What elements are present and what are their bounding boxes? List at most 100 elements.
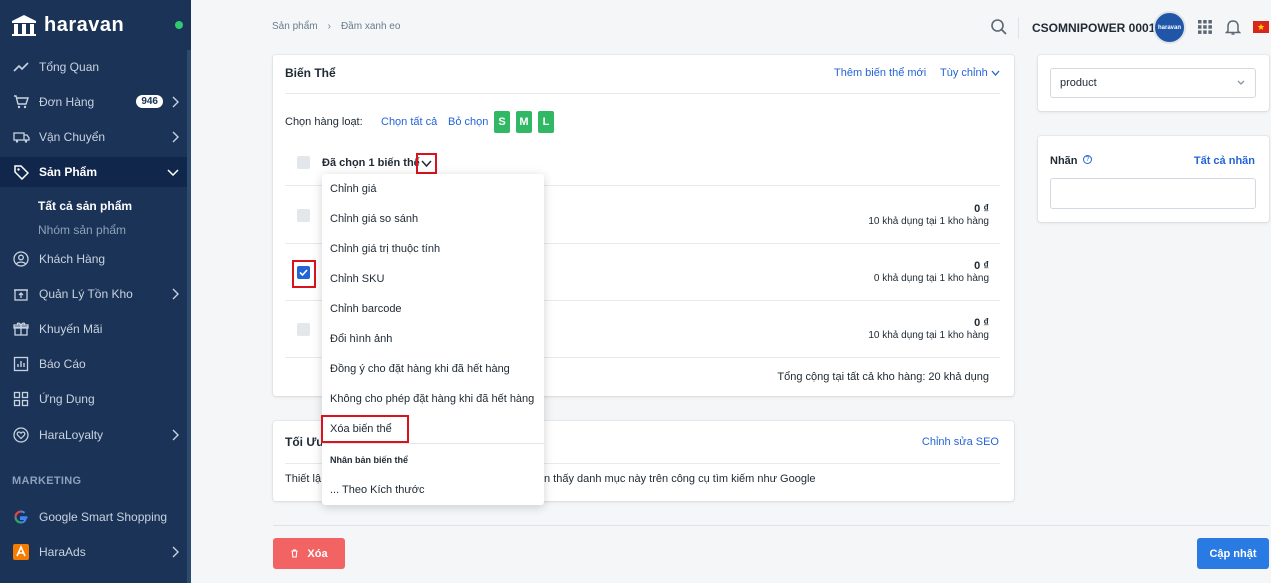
delete-label: Xóa (307, 547, 328, 560)
size-chip-s[interactable]: S (494, 111, 510, 133)
menu-item-deny-backorder[interactable]: Không cho phép đặt hàng khi đã hết hàng (330, 393, 534, 405)
variants-title: Biến Thể (285, 66, 336, 80)
cart-icon (12, 93, 30, 111)
bulk-actions-toggle[interactable] (416, 153, 437, 174)
menu-item-edit-compare-price[interactable]: Chỉnh giá so sánh (330, 213, 418, 225)
bulk-select-label: Chọn hàng loạt: (285, 116, 363, 128)
selected-count-label: Đã chọn 1 biến thể (322, 157, 420, 169)
chevron-right-icon (172, 429, 179, 441)
customize-link[interactable]: Tùy chỉnh (940, 67, 1000, 79)
edit-seo-link[interactable]: Chỉnh sửa SEO (922, 436, 999, 448)
deselect-link[interactable]: Bỏ chọn (448, 116, 488, 128)
size-chip-m[interactable]: M (516, 111, 532, 133)
variant-price: 0 ₫ (974, 203, 989, 215)
avatar[interactable]: haravan (1153, 11, 1186, 44)
menu-item-allow-backorder[interactable]: Đồng ý cho đặt hàng khi đã hết hàng (330, 363, 510, 375)
haravan-logo-icon (12, 15, 36, 36)
orders-count-badge: 946 (136, 95, 163, 108)
google-icon (12, 508, 30, 526)
gift-icon (12, 320, 30, 338)
variant-row-checkbox[interactable] (297, 323, 310, 336)
breadcrumb-products[interactable]: Sản phẩm (272, 21, 318, 32)
chevron-down-icon (421, 160, 432, 167)
sidebar-item-google-smart-shopping[interactable]: Google Smart Shopping (0, 502, 187, 532)
apps-blocks-icon (12, 390, 30, 408)
menu-item-change-image[interactable]: Đổi hình ảnh (330, 333, 392, 345)
sidebar-item-label: HaraAds (39, 545, 86, 559)
vietnam-flag-icon[interactable]: ★ (1253, 21, 1269, 33)
sidebar-item-promotions[interactable]: Khuyến Mãi (0, 314, 187, 344)
divider (285, 93, 1000, 94)
variant-price: 0 ₫ (974, 317, 989, 329)
brand-logo[interactable]: haravan (0, 0, 191, 50)
chevron-right-icon (172, 96, 179, 108)
variant-price: 0 ₫ (974, 260, 989, 272)
product-type-value: product (1060, 77, 1097, 89)
sidebar-item-haraads[interactable]: HaraAds (0, 537, 187, 567)
select-all-link[interactable]: Chọn tất cả (381, 116, 437, 128)
sidebar-item-customers[interactable]: Khách Hàng (0, 244, 187, 274)
sidebar-subitem-all-products[interactable]: Tất cả sản phẩm (38, 199, 132, 213)
search-icon[interactable] (990, 18, 1008, 36)
sidebar-subitem-product-groups[interactable]: Nhóm sản phẩm (38, 223, 126, 237)
sidebar-item-label: Báo Cáo (39, 357, 86, 371)
customize-label: Tùy chỉnh (940, 67, 988, 79)
variant-availability: 10 khả dụng tại 1 kho hàng (868, 216, 989, 227)
brand-name: haravan (44, 13, 125, 36)
menu-item-edit-attribute[interactable]: Chỉnh giá trị thuộc tính (330, 243, 440, 255)
sidebar-item-shipping[interactable]: Vận Chuyển (0, 122, 187, 152)
all-tags-link[interactable]: Tất cả nhãn (1194, 155, 1255, 167)
bell-icon[interactable] (1225, 18, 1241, 36)
help-icon[interactable]: ? (1083, 155, 1092, 164)
variant-availability: 0 khả dụng tại 1 kho hàng (873, 273, 989, 284)
size-chip-l[interactable]: L (538, 111, 554, 133)
tag-icon (12, 163, 30, 181)
variant-availability: 10 khả dụng tại 1 kho hàng (868, 330, 989, 341)
sidebar-item-inventory[interactable]: Quản Lý Tồn Kho (0, 279, 187, 309)
sidebar-item-overview[interactable]: Tổng Quan (0, 52, 187, 82)
heart-circle-icon (12, 426, 30, 444)
store-name[interactable]: CSOMNIPOWER 0001 (1032, 21, 1155, 35)
header-divider (1018, 17, 1019, 39)
sidebar-scrollbar[interactable] (187, 50, 191, 583)
breadcrumb-current: Đầm xanh eo (340, 21, 401, 32)
add-variant-link[interactable]: Thêm biến thể mới (834, 67, 926, 79)
truck-icon (12, 128, 30, 146)
sidebar-item-products[interactable]: Sản Phẩm (0, 157, 187, 187)
trash-icon (291, 549, 298, 558)
sidebar-item-reports[interactable]: Báo Cáo (0, 349, 187, 379)
menu-divider (322, 443, 544, 444)
tags-input[interactable] (1050, 178, 1256, 209)
chevron-down-icon (167, 169, 179, 176)
sidebar-item-label: Sản Phẩm (39, 165, 98, 179)
report-chart-icon (12, 355, 30, 373)
apps-grid-icon[interactable] (1197, 19, 1213, 35)
sidebar-item-haraloyalty[interactable]: HaraLoyalty (0, 420, 187, 450)
menu-item-delete-variant[interactable]: Xóa biến thể (330, 423, 392, 435)
chevron-down-icon (1237, 80, 1245, 85)
seo-description-end: n thấy danh mục này trên công cụ tìm kiế… (544, 473, 816, 485)
delete-button[interactable]: Xóa (273, 538, 345, 569)
save-button[interactable]: Cập nhật (1197, 538, 1269, 569)
inventory-box-icon (12, 285, 30, 303)
top-header: Sản phẩm › Đầm xanh eo CSOMNIPOWER 0001 … (191, 0, 1271, 55)
chevron-right-icon (172, 288, 179, 300)
chevron-right-icon (172, 546, 179, 558)
sidebar-item-label: Tổng Quan (39, 60, 100, 74)
sidebar-section-marketing: MARKETING (12, 475, 82, 487)
product-type-select[interactable]: product (1050, 68, 1256, 98)
chevron-down-icon (991, 70, 1000, 76)
tags-title: Nhãn (1050, 155, 1078, 167)
variant-row-checkbox-checked[interactable] (297, 266, 310, 279)
menu-item-edit-sku[interactable]: Chỉnh SKU (330, 273, 384, 285)
sidebar-item-orders[interactable]: Đơn Hàng 946 (0, 87, 187, 117)
select-all-checkbox[interactable] (297, 156, 310, 169)
bulk-actions-dropdown: Chỉnh giá Chỉnh giá so sánh Chỉnh giá tr… (321, 174, 544, 505)
sidebar-item-apps[interactable]: Ứng Dụng (0, 384, 187, 414)
user-circle-icon (12, 250, 30, 268)
menu-item-edit-barcode[interactable]: Chỉnh barcode (330, 303, 402, 315)
variant-row-checkbox[interactable] (297, 209, 310, 222)
menu-item-edit-price[interactable]: Chỉnh giá (330, 183, 376, 195)
sidebar-item-label: Google Smart Shopping (39, 510, 168, 524)
menu-item-duplicate-by-size[interactable]: ... Theo Kích thước (330, 484, 424, 496)
